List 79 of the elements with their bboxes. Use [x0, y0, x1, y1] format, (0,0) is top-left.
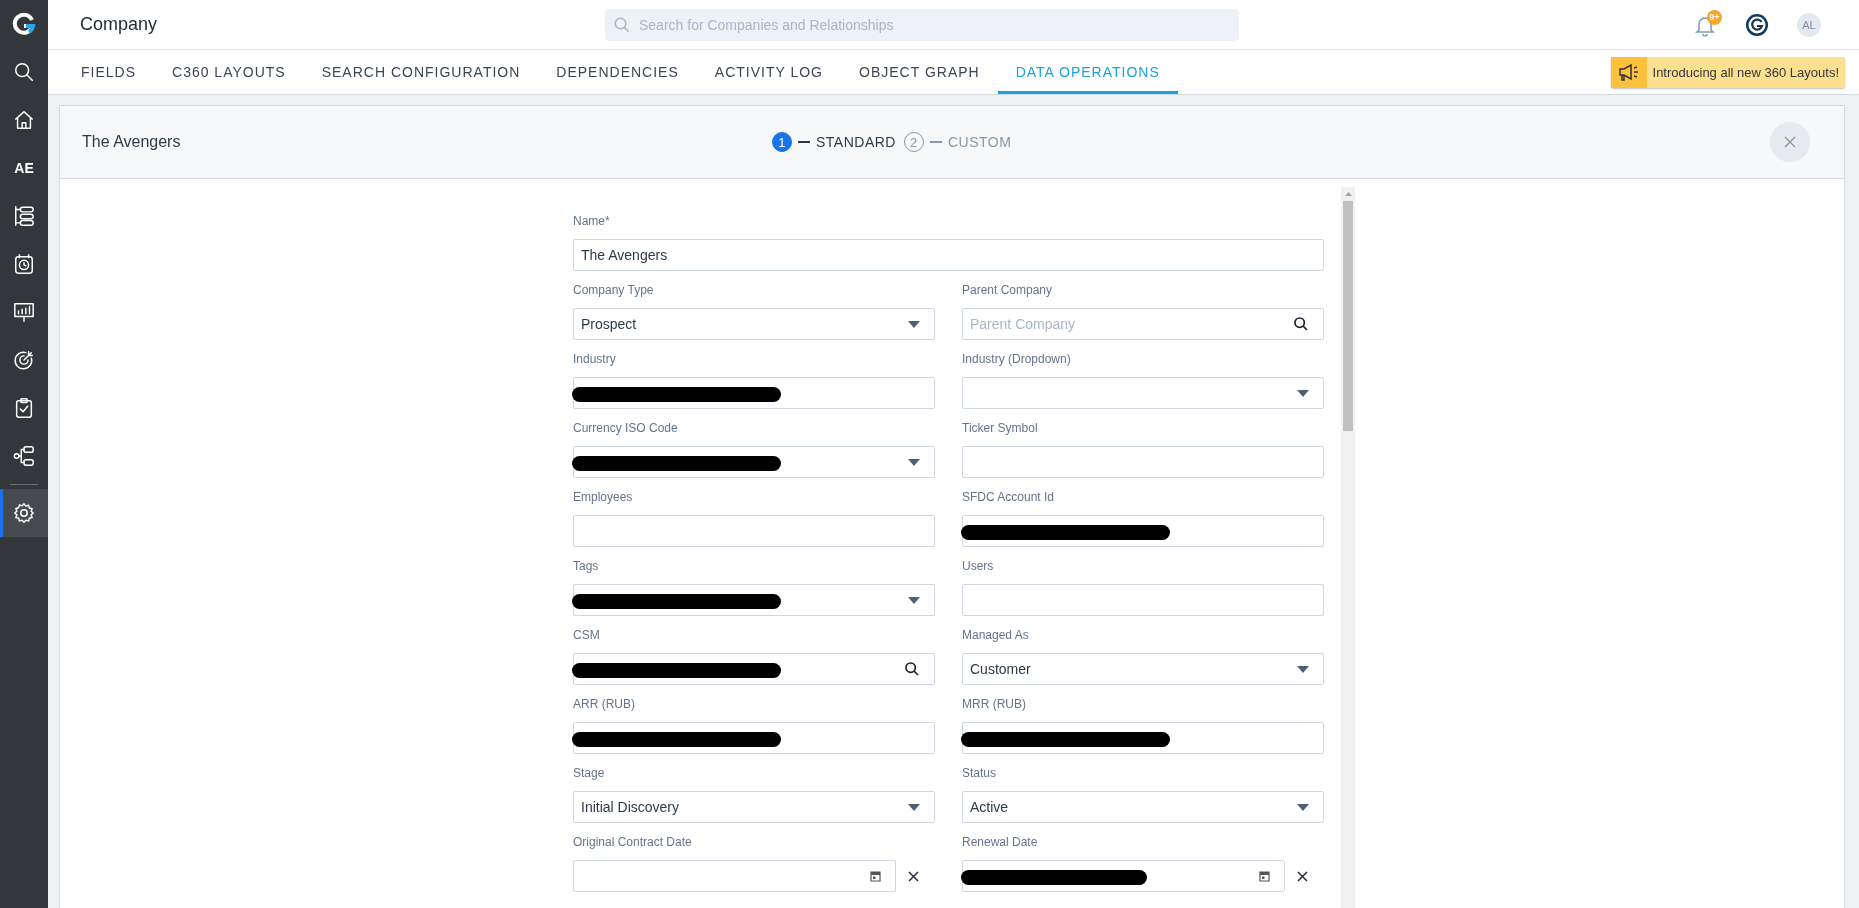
dropdown-field[interactable] — [962, 377, 1324, 409]
field-label: Users — [962, 559, 995, 575]
search-icon[interactable] — [13, 61, 35, 83]
dropdown-caret-icon — [1297, 665, 1309, 673]
field-label: Stage — [573, 766, 606, 782]
close-icon — [908, 870, 919, 882]
tab[interactable]: DEPENDENCIES — [538, 53, 697, 94]
input-field[interactable] — [962, 515, 1324, 547]
step[interactable]: 1 STANDARD — [772, 132, 896, 152]
field-label: Renewal Date — [962, 835, 1039, 851]
input-field[interactable] — [962, 722, 1324, 754]
tab[interactable]: ACTIVITY LOG — [696, 53, 841, 94]
date-field[interactable] — [962, 860, 1285, 892]
logo-icon[interactable] — [1745, 12, 1769, 37]
field-label: Tags — [573, 559, 600, 575]
dropdown-caret-icon — [908, 803, 920, 811]
dropdown-caret-icon — [1297, 803, 1309, 811]
dropdown-field[interactable]: Prospect — [573, 308, 935, 340]
selected-sidebar-item[interactable] — [0, 489, 48, 537]
notification-badge: 9+ — [1707, 9, 1722, 25]
tab[interactable]: C360 LAYOUTS — [154, 53, 304, 94]
input-field[interactable] — [573, 722, 935, 754]
input-field[interactable]: The Avengers — [573, 239, 1324, 271]
settings-icon[interactable] — [13, 502, 35, 524]
search-icon — [1293, 316, 1309, 332]
field-label: Name* — [573, 214, 611, 230]
field-label: Ticker Symbol — [962, 421, 1039, 437]
field-label: Industry (Dropdown) — [962, 352, 1072, 368]
dropdown-caret-icon — [1297, 389, 1309, 397]
dropdown-field[interactable] — [573, 446, 935, 478]
list-icon[interactable] — [13, 205, 35, 227]
field-label: Managed As — [962, 628, 1030, 644]
scrollbar-thumb[interactable] — [1343, 201, 1353, 431]
clipboard-check-icon[interactable] — [13, 397, 35, 419]
field-label: Status — [962, 766, 998, 782]
dropdown-caret-icon — [908, 458, 920, 466]
megaphone-icon — [1617, 63, 1640, 81]
tab[interactable]: SEARCH CONFIGURATION — [303, 53, 539, 94]
logo-icon[interactable] — [12, 12, 36, 36]
sidebar-item[interactable]: AE — [14, 160, 34, 176]
close-icon — [1784, 136, 1796, 148]
input-field[interactable] — [573, 515, 935, 547]
hierarchy-icon[interactable] — [13, 445, 35, 467]
presentation-chart-icon[interactable] — [13, 301, 35, 323]
field-label: Industry — [573, 352, 617, 368]
calendar-icon — [1259, 870, 1270, 882]
record-title: The Avengers — [82, 133, 182, 151]
dropdown-caret-icon — [908, 320, 920, 328]
dropdown-caret-icon — [908, 596, 920, 604]
tab[interactable]: OBJECT GRAPH — [841, 53, 998, 94]
input-field[interactable] — [962, 584, 1324, 616]
calendar-icon — [870, 870, 881, 882]
field-label: SFDC Account Id — [962, 490, 1056, 506]
field-label: Employees — [573, 490, 634, 506]
field-label: Original Contract Date — [573, 835, 693, 851]
tab[interactable]: FIELDS — [63, 53, 154, 94]
input-field[interactable] — [962, 446, 1324, 478]
scrollbar[interactable] — [1341, 187, 1355, 908]
field-label: Company Type — [573, 283, 655, 299]
close-icon — [1297, 870, 1308, 882]
dropdown-field[interactable]: Initial Discovery — [573, 791, 935, 823]
dropdown-field[interactable]: Active — [962, 791, 1324, 823]
calendar-clock-icon[interactable] — [13, 253, 35, 275]
date-field[interactable] — [573, 860, 896, 892]
dropdown-field[interactable]: Customer — [962, 653, 1324, 685]
page-title: Company — [80, 14, 159, 35]
field-label: Parent Company — [962, 283, 1054, 299]
dropdown-field[interactable] — [573, 584, 935, 616]
home-icon[interactable] — [13, 109, 35, 131]
search-icon — [613, 15, 631, 34]
field-label: Currency ISO Code — [573, 421, 679, 437]
announcement-banner[interactable]: Introducing all new 360 Layouts! — [1610, 56, 1845, 88]
field-label: ARR (RUB) — [573, 697, 636, 713]
field-label: MRR (RUB) — [962, 697, 1027, 713]
input-field[interactable] — [573, 377, 935, 409]
target-icon[interactable] — [13, 349, 35, 371]
lookup-field[interactable] — [573, 653, 935, 685]
search-icon — [904, 661, 920, 677]
field-label: CSM — [573, 628, 601, 644]
